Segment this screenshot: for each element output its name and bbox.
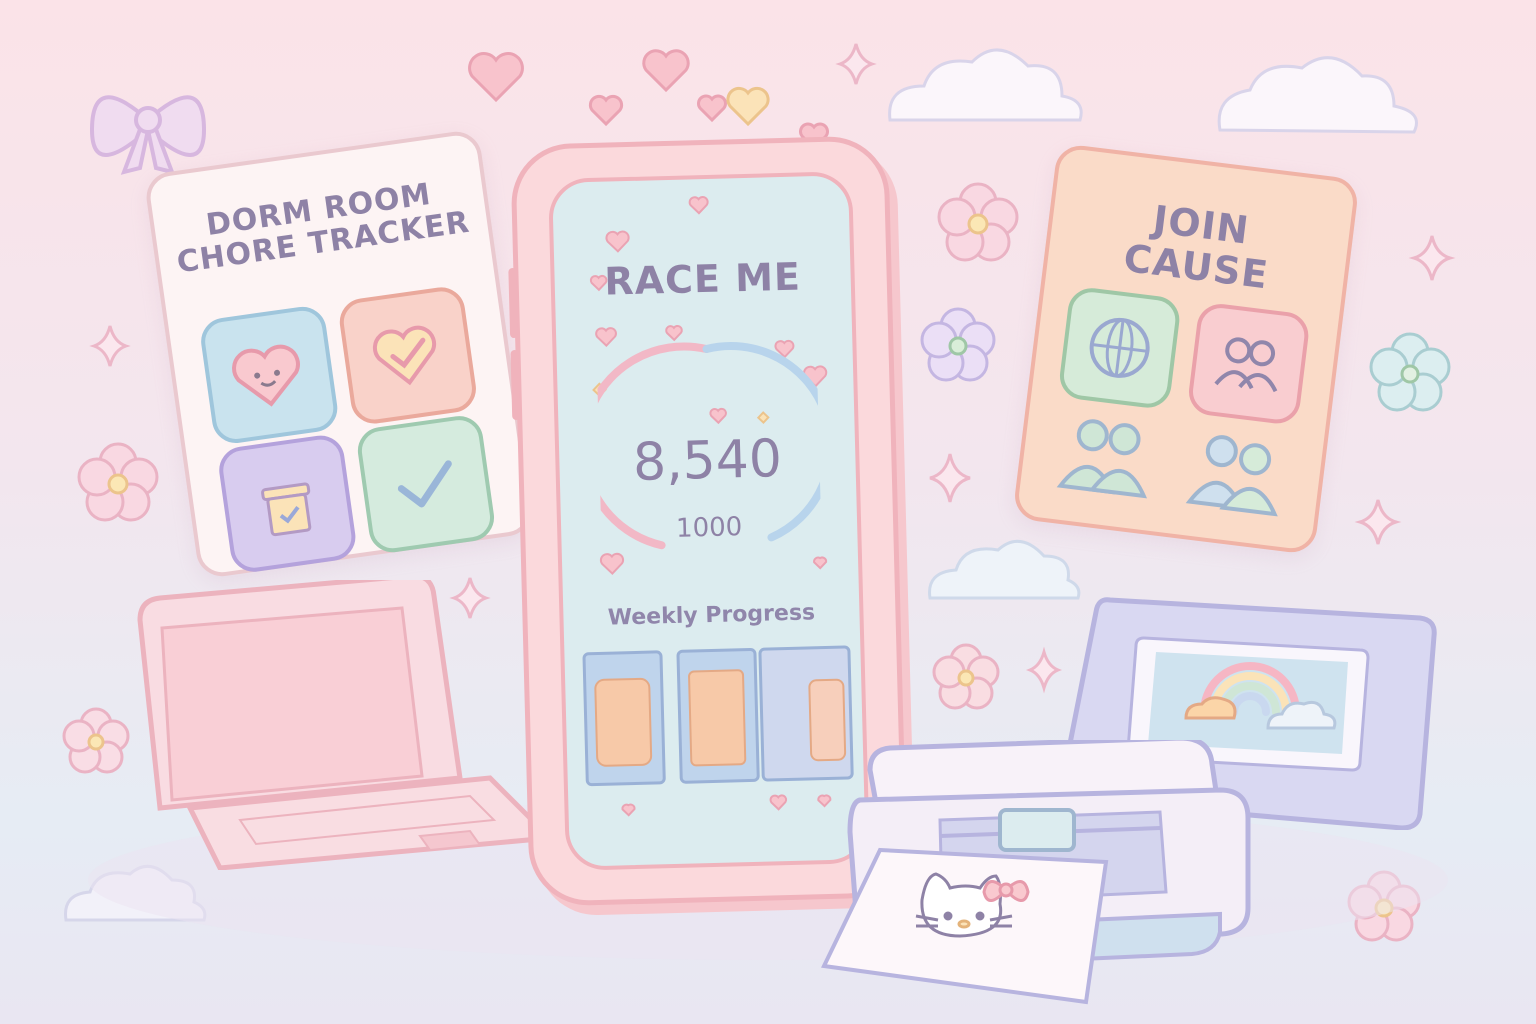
chore-tile-check[interactable] <box>354 413 498 556</box>
chore-tile-heart[interactable] <box>336 284 480 427</box>
chore-tile-heart-face[interactable] <box>198 303 341 447</box>
progress-cards-row <box>582 645 854 787</box>
cause-tile-globe[interactable] <box>1057 285 1183 411</box>
community-icon <box>1185 435 1278 517</box>
phone-side-button[interactable] <box>510 349 521 421</box>
progress-card-art <box>687 669 747 767</box>
smiling-heart-icon <box>232 344 300 407</box>
cloud-icon <box>888 48 1083 122</box>
heart-icon <box>468 49 829 151</box>
flower-icon <box>1369 332 1451 412</box>
progress-card-art <box>594 677 653 768</box>
cause-tile-people[interactable] <box>1186 301 1312 427</box>
race-title: RACE ME <box>603 254 802 304</box>
steps-value: 8,540 <box>632 429 783 493</box>
progress-card[interactable] <box>676 647 760 784</box>
heart-icon <box>726 86 770 127</box>
checkmark-icon <box>397 460 452 508</box>
phone-side-button[interactable] <box>508 267 519 339</box>
flower-icon <box>920 307 996 382</box>
laptop-illustration <box>137 580 556 870</box>
people-icon <box>1214 337 1278 393</box>
heart-icon <box>372 325 437 386</box>
join-cause-card[interactable]: JOIN CAUSE <box>1012 142 1360 556</box>
group-icon <box>1056 419 1148 499</box>
chore-tracker-title: DORM ROOM CHORE TRACKER <box>153 171 489 282</box>
progress-card[interactable] <box>582 650 666 787</box>
bow-icon <box>89 95 207 175</box>
globe-icon <box>1089 317 1150 378</box>
cloud-icon <box>1217 56 1418 134</box>
box-check-icon <box>261 482 312 537</box>
chore-tile-box[interactable] <box>216 432 359 575</box>
cloud-icon <box>928 539 1081 600</box>
printer-illustration <box>821 740 1251 1005</box>
chore-tracker-card[interactable]: DORM ROOM CHORE TRACKER <box>143 128 535 580</box>
